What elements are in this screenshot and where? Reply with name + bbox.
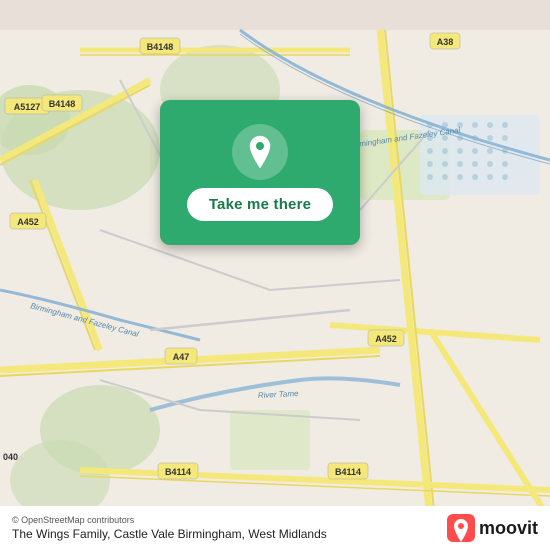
location-icon-wrap xyxy=(232,124,288,180)
svg-text:A5127: A5127 xyxy=(14,102,41,112)
svg-text:B4114: B4114 xyxy=(165,467,191,477)
bottom-left-info: © OpenStreetMap contributors The Wings F… xyxy=(12,515,327,541)
map-svg: A5127 B4148 B4148 A452 A452 A47 A38 B411… xyxy=(0,0,550,550)
svg-text:040: 040 xyxy=(3,452,18,462)
map-container: A5127 B4148 B4148 A452 A452 A47 A38 B411… xyxy=(0,0,550,550)
bottom-bar: © OpenStreetMap contributors The Wings F… xyxy=(0,506,550,550)
svg-text:B4114: B4114 xyxy=(335,467,361,477)
svg-text:B4148: B4148 xyxy=(49,99,76,109)
moovit-brand-icon xyxy=(447,514,475,542)
svg-text:A452: A452 xyxy=(375,334,397,344)
moovit-brand-name: moovit xyxy=(479,518,538,539)
osm-credit: © OpenStreetMap contributors xyxy=(12,515,327,525)
svg-text:B4148: B4148 xyxy=(147,42,174,52)
location-label: The Wings Family, Castle Vale Birmingham… xyxy=(12,527,327,541)
action-card: Take me there xyxy=(160,100,360,245)
svg-text:A47: A47 xyxy=(173,352,190,362)
location-pin-icon xyxy=(244,134,276,170)
svg-text:A38: A38 xyxy=(437,37,454,47)
take-me-there-button[interactable]: Take me there xyxy=(187,188,333,221)
svg-text:A452: A452 xyxy=(17,217,39,227)
moovit-logo: moovit xyxy=(447,514,538,542)
